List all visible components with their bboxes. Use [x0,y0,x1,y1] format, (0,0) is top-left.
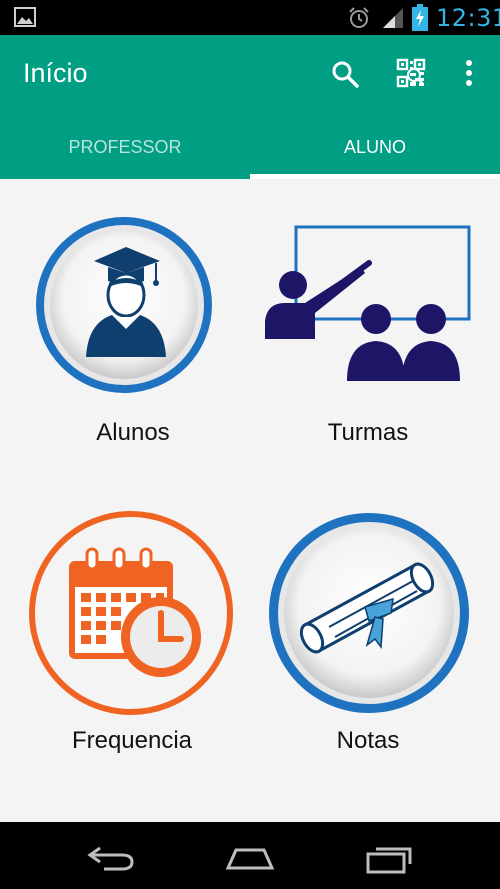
home-icon[interactable] [224,842,276,872]
qr-code-icon[interactable] [396,58,426,88]
menu-item-label: Alunos [96,419,170,446]
gallery-icon [14,7,36,27]
recents-icon[interactable] [364,842,416,874]
more-vert-icon[interactable] [459,58,479,90]
menu-item-notas[interactable]: Notas [243,509,493,819]
menu-item-label: Turmas [327,419,409,446]
page-title: Início [23,58,88,88]
navigation-bar [0,822,500,889]
menu-item-label: Frequencia [71,727,193,754]
search-icon[interactable] [330,59,360,89]
diploma-icon [269,513,469,713]
status-bar: 12:31 [0,0,500,35]
menu-item-turmas[interactable]: Turmas [243,209,493,519]
tab-professor[interactable]: PROFESSOR [0,124,250,179]
student-graduate-icon [36,217,212,393]
battery-charging-icon [412,4,428,31]
app-bar: Início PROFESSOR ALUNO [0,35,500,179]
menu-grid: Alunos Turmas Frequencia Notas [0,179,500,822]
menu-item-alunos[interactable]: Alunos [8,209,258,519]
status-clock: 12:31 [436,4,500,32]
menu-item-frequencia[interactable]: Frequencia [7,509,257,819]
menu-item-label: Notas [336,727,400,754]
calendar-clock-icon [29,511,233,715]
signal-icon [383,8,403,28]
alarm-icon [349,7,369,28]
tab-aluno[interactable]: ALUNO [250,124,500,179]
classroom-teacher-icon [265,225,471,381]
back-icon[interactable] [86,842,136,872]
